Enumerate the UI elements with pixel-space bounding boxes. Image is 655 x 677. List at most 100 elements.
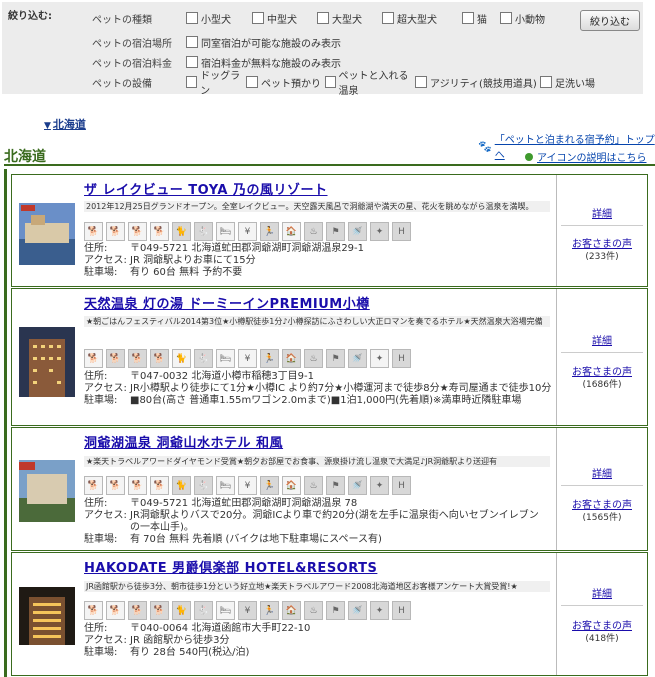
checkbox[interactable] <box>462 12 474 24</box>
detail-link[interactable]: 詳細 <box>557 332 647 347</box>
hotel-icon: H <box>392 601 411 620</box>
checkbox[interactable] <box>186 76 198 88</box>
checkbox[interactable] <box>186 12 198 24</box>
dog-run-icon: 🏃 <box>260 349 279 368</box>
paw-icon: 🐾 <box>478 139 492 153</box>
region-title: 北海道 <box>4 149 46 165</box>
hotel-name-link[interactable]: HAKODATE 男爵倶楽部 HOTEL&RESORTS <box>84 557 377 576</box>
hotel-card: HAKODATE 男爵倶楽部 HOTEL&RESORTS JR函館駅から徒歩3分… <box>11 552 648 676</box>
checkbox[interactable] <box>415 76 427 88</box>
hotel-side-panel: 詳細 お客さまの声 (1565件) <box>556 428 647 550</box>
agility-icon: ⚑ <box>326 222 345 241</box>
hotel-parking: 有り 60台 無料 予約不要 <box>130 267 243 278</box>
pet-room-icon: 🛏 <box>216 476 235 495</box>
agility-icon: ⚑ <box>326 601 345 620</box>
icon-help-text[interactable]: アイコンの説明はこちら <box>537 149 647 164</box>
checkbox[interactable] <box>540 76 552 88</box>
agility-icon: ⚑ <box>326 349 345 368</box>
detail-link[interactable]: 詳細 <box>557 585 647 600</box>
hotel-address: 〒047-0032 北海道小樽市稲穂3丁目9-1 <box>130 371 315 382</box>
filter-row-pet-type: ペットの種類 小型犬 中型犬 大型犬 超大型犬 猫 小動物 <box>92 10 550 26</box>
pet-room-icon: 🛏 <box>216 222 235 241</box>
hotel-photo[interactable] <box>19 587 75 645</box>
hotel-name-link[interactable]: 洞爺湖温泉 洞爺山水ホテル 和風 <box>84 432 283 451</box>
checkbox[interactable] <box>246 76 258 88</box>
hotel-side-panel: 詳細 お客さまの声 (418件) <box>556 553 647 675</box>
checkbox[interactable] <box>252 12 264 24</box>
option-agility[interactable]: アジリティ(競技用道具) <box>415 75 540 90</box>
foot-wash-icon: 🚿 <box>348 601 367 620</box>
divider <box>561 352 643 353</box>
bullet-icon <box>525 152 533 161</box>
small-animal-icon: 🐇 <box>194 349 213 368</box>
hotel-catchphrase: JR函館駅から徒歩3分、朝市徒歩1分という好立地★楽天トラベルアワード2008北… <box>84 581 550 592</box>
medium-dog-icon: 🐕 <box>106 349 125 368</box>
xlarge-dog-icon: 🐕 <box>150 349 169 368</box>
hotel-name-link[interactable]: 天然温泉 灯の湯 ドーミーインPREMIUM小樽 <box>84 293 370 312</box>
option-medium-dog[interactable]: 中型犬 <box>252 11 317 26</box>
medium-dog-icon: 🐕 <box>106 601 125 620</box>
small-animal-icon: 🐇 <box>194 476 213 495</box>
medium-dog-icon: 🐕 <box>106 476 125 495</box>
hotel-card: 洞爺湖温泉 洞爺山水ホテル 和風 ★楽天トラベルアワードダイヤモンド受賞★朝夕お… <box>11 427 648 551</box>
pet-room-icon: 🛏 <box>216 349 235 368</box>
option-cat[interactable]: 猫 <box>462 11 500 26</box>
hotel-info: 住所: 〒047-0032 北海道小樽市稲穂3丁目9-1 アクセス: JR小樽駅より… <box>84 371 552 406</box>
hotel-photo[interactable] <box>19 327 75 397</box>
option-same-room[interactable]: 同室宿泊が可能な施設のみ表示 <box>186 35 341 50</box>
checkbox[interactable] <box>317 12 329 24</box>
option-small-dog[interactable]: 小型犬 <box>186 11 252 26</box>
checkbox[interactable] <box>186 36 198 48</box>
hotel-name-link[interactable]: ザ レイクビュー TOYA 乃の風リゾート <box>84 179 328 198</box>
filter-label: ペットの宿泊料金 <box>92 58 172 70</box>
foot-wash-icon: 🚿 <box>348 476 367 495</box>
review-count: (233件) <box>585 252 619 262</box>
region-anchor-link[interactable]: ▼ 北海道 <box>44 116 86 132</box>
dog-run-icon: 🏃 <box>260 222 279 241</box>
option-large-dog[interactable]: 大型犬 <box>317 11 382 26</box>
reviews-link[interactable]: お客さまの声 <box>557 363 647 378</box>
filter-title: 絞り込む: <box>8 11 52 22</box>
reviews-link[interactable]: お客さまの声 <box>557 617 647 632</box>
large-dog-icon: 🐕 <box>128 222 147 241</box>
reviews-link[interactable]: お客さまの声 <box>557 235 647 250</box>
hotel-parking: 有 70台 無料 先着順 (バイクは地下駐車場にスペース有) <box>130 534 382 545</box>
checkbox[interactable] <box>382 12 394 24</box>
cat-icon: 🐈 <box>172 601 191 620</box>
facility-icons: 🐕 🐕 🐕 🐕 🐈 🐇 🛏 ¥ 🏃 🏠 ♨ ⚑ 🚿 ✦ H <box>84 601 411 620</box>
small-dog-icon: 🐕 <box>84 349 103 368</box>
option-small-animal[interactable]: 小動物 <box>500 11 550 26</box>
icon-help-link[interactable]: アイコンの説明はこちら <box>525 149 647 164</box>
filter-button[interactable]: 絞り込む <box>580 10 640 31</box>
option-pet-sitting[interactable]: ペット預かり <box>246 75 325 90</box>
hotel-card: 天然温泉 灯の湯 ドーミーインPREMIUM小樽 ★朝ごはんフェスティバル201… <box>11 288 648 426</box>
hotel-parking: ■80台(高さ 普通車1.55mワゴン2.0mまで)■1泊1,000円(先着順)… <box>130 395 522 406</box>
option-pet-onsen[interactable]: ペットと入れる温泉 <box>325 67 415 97</box>
facility-icons: 🐕 🐕 🐕 🐕 🐈 🐇 🛏 ¥ 🏃 🏠 ♨ ⚑ 🚿 ✦ H <box>84 222 411 241</box>
filter-panel: 絞り込む: ペットの種類 小型犬 中型犬 大型犬 超大型犬 猫 小動物 ペットの… <box>2 2 643 97</box>
hotel-photo[interactable] <box>19 460 75 522</box>
divider <box>561 225 643 226</box>
checkbox[interactable] <box>325 76 336 88</box>
cat-icon: 🐈 <box>172 349 191 368</box>
pet-room-icon: 🛏 <box>216 601 235 620</box>
detail-link[interactable]: 詳細 <box>557 205 647 220</box>
hotel-access: JR 洞爺駅よりお車にて15分 <box>130 255 256 266</box>
review-count: (418件) <box>585 634 619 644</box>
checkbox[interactable] <box>500 12 512 24</box>
option-xlarge-dog[interactable]: 超大型犬 <box>382 11 462 26</box>
detail-link[interactable]: 詳細 <box>557 465 647 480</box>
hotel-icon: H <box>392 349 411 368</box>
hotel-side-panel: 詳細 お客さまの声 (1686件) <box>556 289 647 425</box>
facility-icons: 🐕 🐕 🐕 🐕 🐈 🐇 🛏 ¥ 🏃 🏠 ♨ ⚑ 🚿 ✦ H <box>84 476 411 495</box>
option-dog-run[interactable]: ドッグラン <box>186 67 246 97</box>
reviews-link[interactable]: お客さまの声 <box>557 496 647 511</box>
hotel-address: 〒049-5721 北海道虻田郡洞爺湖町洞爺湖温泉 78 <box>130 498 358 509</box>
option-foot-wash[interactable]: 足洗い場 <box>540 75 604 90</box>
hotel-photo[interactable] <box>19 203 75 265</box>
hotel-icon: H <box>392 222 411 241</box>
small-dog-icon: 🐕 <box>84 601 103 620</box>
foot-wash-icon: 🚿 <box>348 222 367 241</box>
hotel-info: 住所: 〒049-5721 北海道虻田郡洞爺湖町洞爺湖温泉 78 アクセス: JR洞… <box>84 498 544 546</box>
review-count: (1686件) <box>582 380 622 390</box>
